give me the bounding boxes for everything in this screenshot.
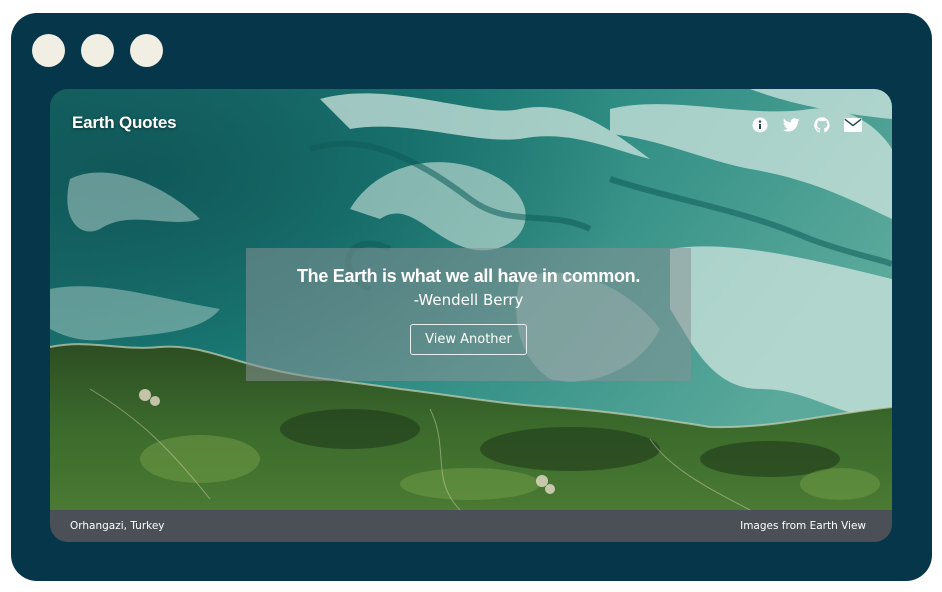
window-dot-3[interactable] bbox=[130, 34, 163, 67]
twitter-icon[interactable] bbox=[780, 115, 802, 135]
quote-card: The Earth is what we all have in common.… bbox=[246, 248, 691, 381]
earth-view-credit-link[interactable]: Images from Earth View bbox=[740, 520, 866, 532]
footer-bar: Orhangazi, Turkey Images from Earth View bbox=[50, 510, 892, 542]
quote-author: -Wendell Berry bbox=[413, 291, 524, 309]
quote-text: The Earth is what we all have in common. bbox=[296, 266, 641, 286]
app-viewport: Earth Quotes The Earth is what we all ha… bbox=[50, 89, 892, 542]
github-icon[interactable] bbox=[811, 115, 833, 135]
envelope-icon[interactable] bbox=[842, 115, 864, 135]
info-icon[interactable] bbox=[749, 115, 771, 135]
window-dot-2[interactable] bbox=[81, 34, 114, 67]
window-dot-1[interactable] bbox=[32, 34, 65, 67]
app-title[interactable]: Earth Quotes bbox=[72, 113, 177, 133]
social-icons bbox=[749, 115, 864, 135]
browser-window-frame: Earth Quotes The Earth is what we all ha… bbox=[11, 13, 932, 581]
view-another-button[interactable]: View Another bbox=[410, 324, 527, 355]
image-location: Orhangazi, Turkey bbox=[70, 520, 165, 532]
